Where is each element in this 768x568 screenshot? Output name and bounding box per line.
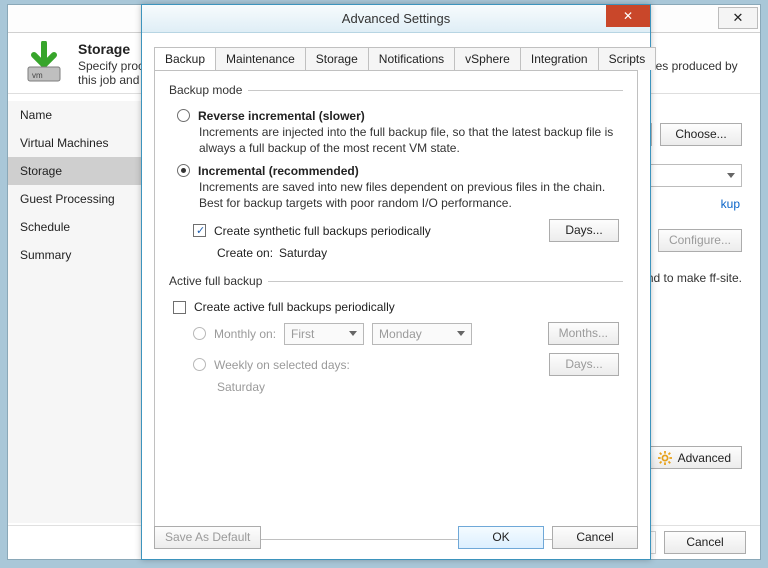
weekly-label: Weekly on selected days: [214,358,350,372]
radio-incremental-label[interactable]: Incremental (recommended) [198,164,359,178]
sidebar-item-name[interactable]: Name [8,101,155,129]
configure-button: Configure... [658,229,742,252]
save-as-default-button[interactable]: Save As Default [154,526,261,549]
storage-icon: vm [22,41,66,85]
tab-vsphere[interactable]: vSphere [454,47,521,70]
dialog-title: Advanced Settings [342,11,450,26]
checkbox-synthetic[interactable] [193,224,206,237]
backup-mode-group: Backup mode Reverse incremental (slower)… [169,83,623,260]
tab-sheet: Backup mode Reverse incremental (slower)… [154,70,638,540]
svg-text:vm: vm [32,71,43,80]
active-full-label[interactable]: Create active full backups periodically [194,300,395,314]
sidebar-item-storage[interactable]: Storage [8,157,155,185]
tab-notifications[interactable]: Notifications [368,47,455,70]
active-full-group: Active full backup Create active full ba… [169,274,623,394]
create-on-value: Saturday [279,246,327,260]
close-icon: ✕ [623,9,633,23]
sidebar-item-summary[interactable]: Summary [8,241,155,269]
radio-reverse-label[interactable]: Reverse incremental (slower) [198,109,365,123]
create-on-label: Create on: [217,246,273,260]
monthly-label: Monthly on: [214,327,276,341]
dialog-title-bar: Advanced Settings ✕ [142,5,650,33]
chevron-down-icon [349,331,357,336]
parent-cancel-button[interactable]: Cancel [664,531,746,554]
radio-weekly [193,358,206,371]
radio-reverse-incremental[interactable] [177,109,190,122]
tab-integration[interactable]: Integration [520,47,599,70]
chevron-down-icon [457,331,465,336]
advanced-button-label: Advanced [678,451,731,465]
weekly-value: Saturday [217,380,265,394]
sidebar-item-schedule[interactable]: Schedule [8,213,155,241]
active-full-legend: Active full backup [169,274,268,288]
advanced-button-wrap: Advanced [647,446,742,469]
chevron-down-icon [727,173,735,178]
reverse-desc: Increments are injected into the full ba… [199,125,623,156]
backup-mode-legend: Backup mode [169,83,248,97]
cancel-button[interactable]: Cancel [552,526,638,549]
dialog-close-button[interactable]: ✕ [606,5,650,27]
tab-backup[interactable]: Backup [154,47,216,70]
ok-button[interactable]: OK [458,526,544,549]
tab-strip: Backup Maintenance Storage Notifications… [142,33,650,70]
tab-storage[interactable]: Storage [305,47,369,70]
checkbox-active-full[interactable] [173,301,186,314]
sidebar-item-virtual-machines[interactable]: Virtual Machines [8,129,155,157]
wizard-sidebar: Name Virtual Machines Storage Guest Proc… [8,101,156,523]
months-button: Months... [548,322,619,345]
weekly-days-button: Days... [549,353,619,376]
parent-close-button[interactable]: ✕ [718,7,758,29]
synthetic-days-button[interactable]: Days... [549,219,619,242]
radio-incremental[interactable] [177,164,190,177]
backup-link[interactable]: kup [721,197,740,211]
advanced-button[interactable]: Advanced [647,446,742,469]
monthly-ordinal-select: First [284,323,364,345]
tab-maintenance[interactable]: Maintenance [215,47,306,70]
advanced-settings-dialog: Advanced Settings ✕ Backup Maintenance S… [141,4,651,560]
synthetic-label[interactable]: Create synthetic full backups periodical… [214,224,431,238]
monthly-weekday-select: Monday [372,323,472,345]
radio-monthly [193,327,206,340]
choose-button[interactable]: Choose... [660,123,742,146]
sidebar-item-guest-processing[interactable]: Guest Processing [8,185,155,213]
close-icon: ✕ [733,10,744,25]
gear-icon [658,451,672,465]
dialog-footer: Save As Default OK Cancel [154,526,638,549]
tab-scripts[interactable]: Scripts [598,47,657,70]
incremental-desc: Increments are saved into new files depe… [199,180,623,211]
